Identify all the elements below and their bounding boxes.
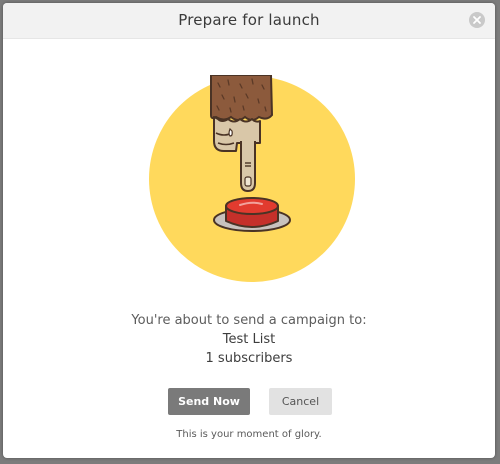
- send-intro-text: You're about to send a campaign to:: [131, 313, 367, 328]
- modal-header: Prepare for launch: [3, 3, 495, 39]
- list-name: Test List: [222, 332, 276, 347]
- launch-modal: Prepare for launch You're about to send …: [3, 3, 495, 458]
- cancel-button[interactable]: Cancel: [269, 388, 332, 415]
- finger-pressing-button-illustration: [148, 74, 356, 283]
- send-now-button[interactable]: Send Now: [168, 388, 250, 415]
- close-icon[interactable]: [469, 12, 485, 28]
- footer-note: This is your moment of glory.: [176, 429, 322, 440]
- subscriber-count: 1 subscribers: [205, 351, 293, 366]
- modal-title: Prepare for launch: [178, 11, 320, 29]
